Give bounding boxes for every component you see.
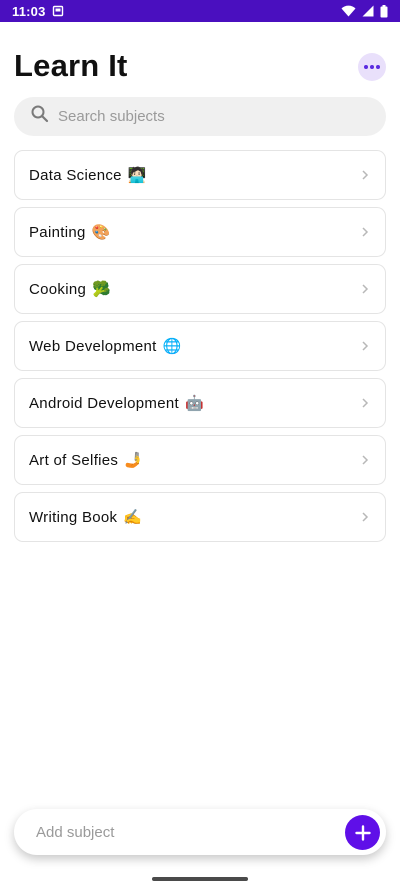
gesture-navigation-handle[interactable] [152,877,248,881]
subject-emoji: ✍️ [123,508,143,526]
header: Learn It [14,46,386,90]
battery-icon [380,4,388,18]
subject-list: Data Science 🧑🏻‍💻 Painting 🎨 Cooking 🥦 W… [14,150,386,549]
more-options-button[interactable] [358,53,386,81]
plus-icon [354,824,371,841]
chevron-right-icon [362,170,369,180]
list-item[interactable]: Painting 🎨 [14,207,386,257]
subject-label: Cooking [29,280,87,298]
page-title: Learn It [14,48,128,83]
search-input[interactable] [58,108,348,125]
add-subject-button[interactable] [345,815,380,850]
search-icon [30,104,58,129]
subject-emoji: 🥦 [92,280,111,298]
subject-emoji: 🤳 [124,451,143,469]
signal-icon [362,5,374,17]
chevron-right-icon [362,284,369,294]
chevron-right-icon [362,512,369,522]
chevron-right-icon [362,455,369,465]
list-item[interactable]: Cooking 🥦 [14,264,386,314]
chevron-right-icon [362,227,369,237]
subject-emoji: 🤖 [184,394,204,412]
add-subject-bar [14,809,386,855]
chevron-right-icon [362,341,369,351]
search-bar[interactable] [14,97,386,136]
subject-label: Art of Selfies [29,451,119,469]
wifi-icon [341,5,356,17]
subject-label: Data Science [29,166,122,184]
list-item[interactable]: Web Development 🌐 [14,321,386,371]
add-subject-input[interactable] [36,823,326,841]
subject-label: Writing Book [29,508,118,526]
subject-label: Painting [29,223,86,241]
subject-label: Web Development [29,337,157,355]
screenshot-notification-icon [52,5,64,17]
subject-emoji: 🎨 [91,223,111,241]
list-item[interactable]: Data Science 🧑🏻‍💻 [14,150,386,200]
list-item[interactable]: Art of Selfies 🤳 [14,435,386,485]
list-item[interactable]: Android Development 🤖 [14,378,386,428]
status-bar: 11:03 [0,0,400,22]
subject-label: Android Development [29,394,179,412]
status-time: 11:03 [12,3,46,19]
more-horizontal-icon [364,65,380,69]
list-item[interactable]: Writing Book ✍️ [14,492,386,542]
subject-emoji: 🧑🏻‍💻 [127,166,147,184]
chevron-right-icon [362,398,369,408]
subject-emoji: 🌐 [162,337,182,355]
